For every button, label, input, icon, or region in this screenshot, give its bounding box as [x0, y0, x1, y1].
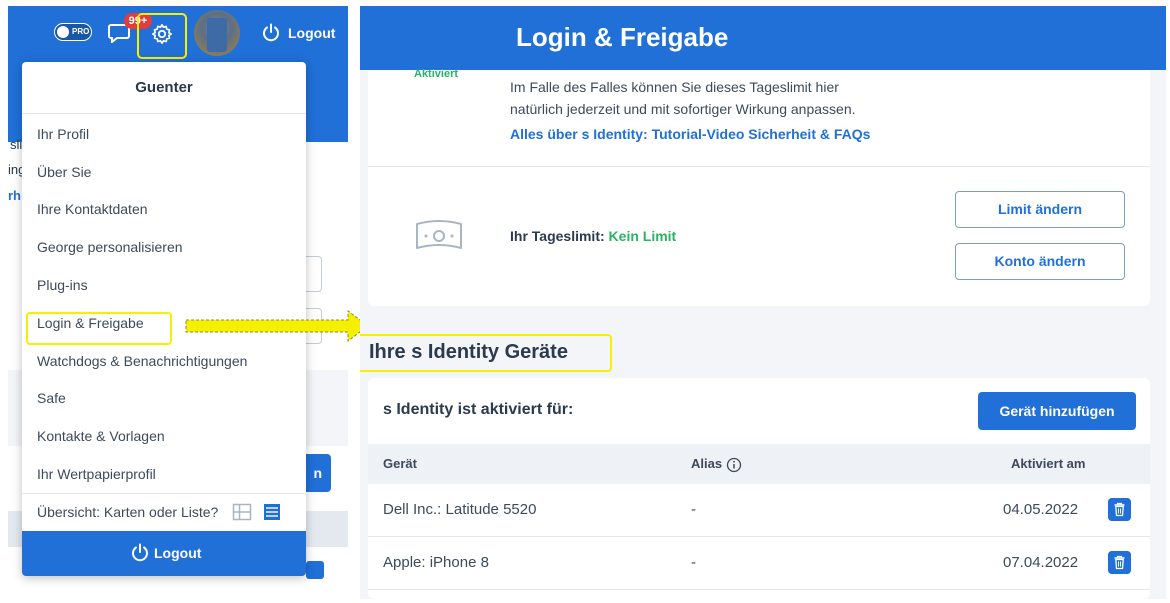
- devices-card: s Identity ist aktiviert für: Gerät hinz…: [368, 378, 1150, 599]
- devices-card-title: s Identity ist aktiviert für:: [383, 401, 574, 418]
- daily-limit-value: Kein Limit: [608, 228, 677, 244]
- limit-paragraph-line-1: Im Falle des Falles können Sie dieses Ta…: [510, 79, 839, 95]
- menu-item-safe[interactable]: Safe: [37, 388, 66, 408]
- background-trash-icon: [306, 561, 324, 579]
- avatar-figure: [207, 18, 227, 52]
- menu-logout-button[interactable]: Logout: [22, 531, 306, 576]
- logout-link[interactable]: Logout: [288, 23, 335, 43]
- devices-table-header: Gerät Alias Aktiviert am: [368, 444, 1150, 484]
- limit-paragraph-line-2: natürlich jederzeit und mit sofortiger W…: [510, 101, 856, 117]
- toggle-knob: [57, 26, 69, 38]
- change-limit-button[interactable]: Limit ändern: [955, 191, 1125, 228]
- daily-limit-label: Ihr Tageslimit: Kein Limit: [510, 226, 676, 246]
- card-divider: [368, 166, 1150, 167]
- menu-item-profil[interactable]: Ihr Profil: [37, 124, 89, 144]
- menu-item-personalisieren[interactable]: George personalisieren: [37, 237, 183, 257]
- column-header-alias: Alias: [691, 456, 723, 471]
- background-text: sli: [10, 137, 23, 152]
- menu-logout-label: Logout: [154, 545, 202, 561]
- menu-user-name: Guenter: [22, 62, 306, 114]
- devices-section-title: Ihre s Identity Geräte: [369, 341, 568, 363]
- menu-item-wertpapierprofil[interactable]: Ihr Wertpapierprofil: [37, 464, 156, 484]
- grid-view-icon[interactable]: [232, 502, 252, 522]
- power-icon: [132, 543, 148, 562]
- menu-item-login-freigabe[interactable]: Login & Freigabe: [37, 313, 144, 333]
- device-alias: -: [691, 501, 696, 518]
- menu-item-kontaktdaten[interactable]: Ihre Kontaktdaten: [37, 199, 148, 219]
- arrow-annotation: [185, 310, 369, 342]
- table-row: Dell Inc.: Latitude 5520 - 04.05.2022: [368, 484, 1150, 537]
- menu-divider: [22, 493, 306, 494]
- page-title: Login & Freigabe: [516, 22, 729, 52]
- column-header-activated: Aktiviert am: [1011, 456, 1086, 471]
- gear-icon[interactable]: [151, 23, 173, 45]
- menu-item-plugins[interactable]: Plug-ins: [37, 275, 88, 295]
- background-link: rh: [8, 188, 21, 203]
- table-row: Apple: iPhone 8 - 07.04.2022: [368, 537, 1150, 590]
- menu-item-watchdogs[interactable]: Watchdogs & Benachrichtigungen: [37, 351, 247, 371]
- daily-limit-card: Aktiviert Im Falle des Falles können Sie…: [368, 68, 1150, 306]
- device-alias: -: [691, 554, 696, 571]
- device-name: Apple: iPhone 8: [383, 554, 489, 571]
- info-icon[interactable]: [726, 457, 742, 473]
- menu-item-ueber-sie[interactable]: Über Sie: [37, 162, 91, 182]
- device-activated-date: 04.05.2022: [1003, 501, 1079, 518]
- tutorial-faq-link[interactable]: Alles über s Identity: Tutorial-Video Si…: [510, 124, 870, 144]
- column-header-device: Gerät: [383, 456, 417, 471]
- screenshot-stage: PRO 99+ Logout sli ing rh n Guenter Ihr …: [0, 0, 1170, 603]
- list-view-icon[interactable]: [262, 502, 282, 522]
- add-device-button[interactable]: Gerät hinzufügen: [978, 392, 1136, 430]
- page-header: Login & Freigabe: [360, 6, 1166, 70]
- trash-icon[interactable]: [1108, 498, 1131, 521]
- change-account-button[interactable]: Konto ändern: [955, 243, 1125, 280]
- device-name: Dell Inc.: Latitude 5520: [383, 501, 537, 518]
- power-icon[interactable]: [261, 23, 281, 43]
- view-mode-question: Übersicht: Karten oder Liste?: [37, 504, 219, 520]
- avatar[interactable]: [194, 10, 240, 56]
- daily-limit-text: Ihr Tageslimit:: [510, 228, 605, 244]
- device-activated-date: 07.04.2022: [1003, 554, 1079, 571]
- money-bill-icon: [416, 220, 462, 249]
- pro-toggle[interactable]: PRO: [54, 23, 92, 41]
- pro-label: PRO: [72, 27, 90, 36]
- right-panel: Login & Freigabe Aktiviert Im Falle des …: [360, 6, 1166, 599]
- menu-item-kontakte-vorlagen[interactable]: Kontakte & Vorlagen: [37, 426, 165, 446]
- trash-icon[interactable]: [1108, 551, 1131, 574]
- activated-tag: Aktiviert: [414, 68, 459, 80]
- top-navbar: PRO 99+ Logout: [8, 6, 348, 70]
